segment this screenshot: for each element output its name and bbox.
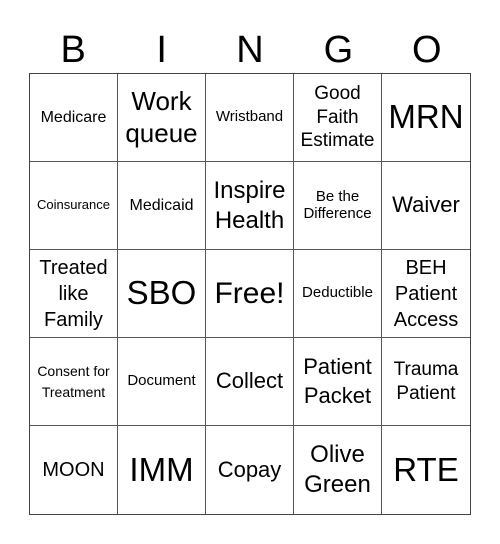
bingo-cell[interactable]: Deductible — [294, 250, 382, 338]
bingo-cell[interactable]: MOON — [30, 426, 118, 514]
header-letter-o: O — [412, 29, 442, 71]
bingo-cell[interactable]: IMM — [118, 426, 206, 514]
bingo-cell[interactable]: RTE — [382, 426, 470, 514]
bingo-cell[interactable]: Trauma Patient — [382, 338, 470, 426]
bingo-cell[interactable]: Document — [118, 338, 206, 426]
bingo-cell[interactable]: Work queue — [118, 74, 206, 162]
bingo-cell[interactable]: Good Faith Estimate — [294, 74, 382, 162]
bingo-cell[interactable]: Consent for Treatment — [30, 338, 118, 426]
bingo-cell[interactable]: Copay — [206, 426, 294, 514]
bingo-cell[interactable]: Collect — [206, 338, 294, 426]
bingo-header: B I N G O — [29, 28, 471, 72]
bingo-cell[interactable]: Inspire Health — [206, 162, 294, 250]
bingo-cell[interactable]: Medicaid — [118, 162, 206, 250]
header-letter-i: I — [156, 29, 167, 71]
bingo-cell[interactable]: Medicare — [30, 74, 118, 162]
bingo-cell[interactable]: Waiver — [382, 162, 470, 250]
bingo-cell[interactable]: Treated like Family — [30, 250, 118, 338]
header-letter-n: N — [236, 29, 264, 71]
header-letter-b: B — [60, 29, 86, 71]
bingo-grid: Medicare Work queue Wristband Good Faith… — [29, 73, 471, 515]
bingo-cell[interactable]: Patient Packet — [294, 338, 382, 426]
free-space-cell[interactable]: Free! — [206, 250, 294, 338]
bingo-cell[interactable]: Wristband — [206, 74, 294, 162]
bingo-cell[interactable]: Be the Difference — [294, 162, 382, 250]
bingo-cell[interactable]: MRN — [382, 74, 470, 162]
bingo-cell[interactable]: SBO — [118, 250, 206, 338]
bingo-cell[interactable]: Coinsurance — [30, 162, 118, 250]
header-letter-g: G — [323, 29, 354, 71]
bingo-cell[interactable]: Olive Green — [294, 426, 382, 514]
bingo-cell[interactable]: BEH Patient Access — [382, 250, 470, 338]
